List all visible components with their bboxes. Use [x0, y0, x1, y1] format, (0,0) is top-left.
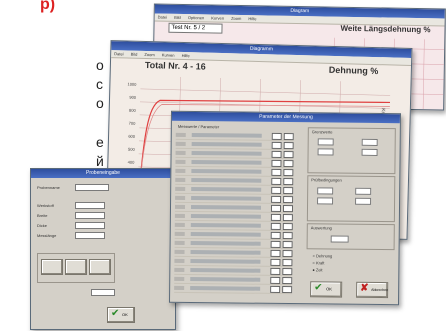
radio-label: Dehnung: [316, 253, 333, 259]
params-ok-button[interactable]: ✔ OK: [310, 281, 343, 298]
list-row[interactable]: [175, 194, 294, 205]
small-ok-label: OK: [122, 312, 128, 317]
radio-option[interactable]: ○ Kraft: [312, 260, 324, 265]
list-row[interactable]: [174, 212, 293, 223]
field-label: Werkstoff: [37, 203, 54, 208]
field-label: Probenname: [37, 185, 60, 190]
side-letter: o: [96, 95, 104, 111]
limit-field[interactable]: [361, 148, 378, 156]
window-small[interactable]: Probeneingabe Probenname Werkstoff Breit…: [30, 168, 176, 330]
length-field[interactable]: [75, 232, 105, 239]
field-label: Dicke: [37, 223, 48, 228]
limit-field[interactable]: [361, 138, 378, 146]
tool-button-2[interactable]: [65, 259, 87, 275]
limits-header: Grenzwerte: [311, 129, 333, 135]
list-row[interactable]: [175, 167, 294, 178]
conditions-header: Prüfbedingungen: [311, 177, 342, 183]
params-cancel-button[interactable]: ✘ Abbrechen: [356, 281, 389, 299]
chart-label: Weite Längsdehnung %: [340, 23, 431, 35]
width-field[interactable]: [75, 212, 105, 219]
list-row[interactable]: [174, 266, 293, 277]
side-letter: o: [96, 57, 104, 73]
list-row[interactable]: [175, 131, 294, 142]
field-label: Breite: [37, 213, 48, 218]
thickness-field[interactable]: [75, 222, 105, 229]
red-letter: p): [40, 0, 56, 13]
menu-item[interactable]: Hilfe: [248, 16, 256, 21]
radio-option[interactable]: ● Zeit: [312, 267, 322, 272]
list-row[interactable]: [174, 230, 293, 241]
radio-label: Zeit: [315, 267, 323, 273]
y-tick: 800: [128, 107, 136, 113]
list-row[interactable]: [175, 140, 294, 151]
window-small-titlebar[interactable]: Probeneingabe: [31, 169, 175, 178]
menu-item[interactable]: Bild: [174, 15, 181, 20]
radio-option[interactable]: ○ Dehnung: [312, 253, 332, 258]
y-tick: 900: [129, 94, 137, 100]
side-letter: c: [96, 76, 103, 92]
list-row[interactable]: [175, 158, 294, 169]
y-tick: 500: [127, 146, 135, 152]
menu-item[interactable]: Datei: [158, 15, 167, 20]
condition-field[interactable]: [355, 187, 372, 195]
list-row[interactable]: [175, 176, 294, 187]
condition-field[interactable]: [317, 187, 334, 195]
y-tick: 600: [128, 133, 136, 139]
menu-item[interactable]: Kurven: [211, 15, 224, 20]
chart-title-left: Total Nr. 4 - 16: [144, 59, 206, 72]
window-params[interactable]: Parameter der Messung Messwerte / Parame…: [169, 110, 401, 306]
chart-title-right: Dehnung %: [328, 64, 379, 77]
menu-item[interactable]: Hilfe: [182, 53, 190, 58]
small-ok-button[interactable]: ✔ OK: [107, 307, 135, 323]
condition-field[interactable]: [355, 197, 372, 205]
menu-item[interactable]: Zoom: [231, 16, 241, 21]
list-row[interactable]: [175, 149, 294, 160]
list-row[interactable]: [174, 221, 293, 232]
y-tick: 700: [128, 120, 136, 126]
list-row[interactable]: [174, 239, 293, 250]
bottom-field[interactable]: [91, 289, 115, 296]
window-params-titlebar[interactable]: Parameter der Messung: [171, 111, 400, 124]
list-row[interactable]: [174, 257, 293, 268]
list-row[interactable]: [175, 185, 294, 196]
probe-name-field[interactable]: [75, 184, 109, 191]
params-ok-label: OK: [326, 286, 332, 292]
cross-icon: ✘: [360, 282, 369, 294]
list-row[interactable]: [174, 203, 294, 214]
eval-field[interactable]: [330, 235, 349, 243]
y-tick: 400: [127, 159, 135, 165]
condition-field[interactable]: [317, 197, 334, 205]
params-cancel-label: Abbrechen: [371, 287, 389, 293]
menu-item[interactable]: Bild: [131, 52, 138, 57]
checkmark-icon: ✔: [111, 308, 120, 319]
list-row[interactable]: [174, 284, 293, 295]
test-field[interactable]: Test Nr. 5 / 2: [168, 22, 223, 34]
field-label: Messlänge: [37, 233, 57, 238]
y-tick: 1000: [127, 81, 137, 87]
material-field[interactable]: [75, 202, 105, 209]
tool-button-1[interactable]: [41, 259, 63, 275]
checkmark-icon: ✔: [314, 282, 323, 294]
radio-label: Kraft: [315, 260, 325, 266]
menu-item[interactable]: Kurven: [162, 52, 175, 57]
eval-header: Auswertung: [310, 225, 332, 231]
limit-field[interactable]: [317, 148, 334, 156]
menu-item[interactable]: Zoom: [144, 52, 154, 57]
list-row[interactable]: [174, 275, 293, 286]
menu-item[interactable]: Optionen: [188, 15, 204, 20]
side-letter: e: [96, 134, 104, 150]
menu-item[interactable]: Datei: [114, 51, 123, 56]
limit-field[interactable]: [317, 138, 334, 146]
list-row[interactable]: [174, 248, 293, 259]
side-letters: o c o e й: [96, 56, 104, 171]
left-header: Messwerte / Parameter: [177, 123, 220, 130]
parameter-list: [170, 131, 302, 297]
tool-button-3[interactable]: [89, 259, 111, 275]
